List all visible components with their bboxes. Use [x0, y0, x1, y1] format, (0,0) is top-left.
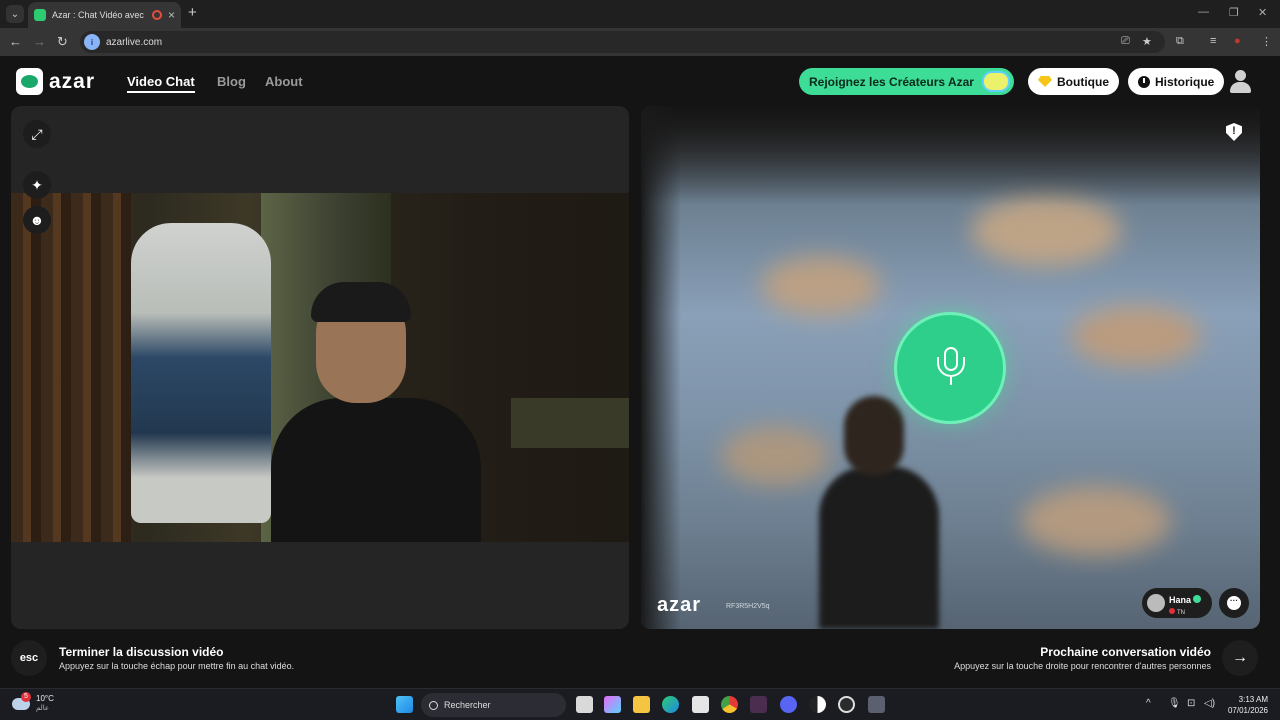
url-text: azarlive.com	[106, 36, 163, 48]
extensions-icon[interactable]: ⧉	[1176, 35, 1184, 48]
browser-tab[interactable]: Azar : Chat Vidéo avec de n ×	[28, 2, 181, 28]
weather-badge: 5	[21, 692, 31, 702]
taskbar-search[interactable]: Rechercher	[421, 693, 566, 717]
self-video-panel: ⤢ ✦ ☻	[11, 106, 629, 629]
history-label: Historique	[1155, 74, 1215, 89]
tray-mic-icon[interactable]: 🎙	[1168, 698, 1181, 709]
join-creators-button[interactable]: Rejoignez les Créateurs Azar	[799, 68, 1014, 95]
azar-favicon-icon	[34, 9, 46, 21]
browser-tab-strip: ⌄ Azar : Chat Vidéo avec de n × + — ❐ ✕	[0, 0, 1280, 28]
shop-button[interactable]: Boutique	[1028, 68, 1119, 95]
weather-location: عالم	[36, 705, 50, 712]
edge-icon[interactable]	[662, 696, 679, 713]
network-icon[interactable]: ⊡	[1187, 698, 1195, 709]
omnibox[interactable]: i azarlive.com	[80, 31, 1165, 53]
azar-page: azar Video Chat Blog About Rejoignez les…	[0, 56, 1280, 688]
end-chat-title: Terminer la discussion vidéo	[59, 645, 224, 659]
partner-name: Hana	[1169, 595, 1192, 605]
microphone-button[interactable]	[894, 312, 1006, 424]
steam-icon[interactable]	[838, 696, 855, 713]
reload-icon[interactable]: ↻	[57, 34, 68, 50]
chat-bubble-icon: ···	[1227, 596, 1241, 610]
arrow-right-icon: →	[1232, 649, 1248, 666]
remote-person	[819, 396, 939, 629]
site-info-icon[interactable]: i	[84, 34, 100, 50]
chrome-menu-icon[interactable]: ⋮	[1261, 35, 1272, 48]
tab-search-icon[interactable]: ⌄	[6, 5, 24, 23]
nav-blog[interactable]: Blog	[217, 74, 246, 89]
clock-icon	[1138, 75, 1150, 88]
task-view-icon[interactable]	[576, 696, 593, 713]
watermark-id: RF3R5H2V5q	[726, 603, 770, 610]
cast-icon[interactable]: ⎚	[1121, 35, 1130, 48]
verified-icon	[1193, 594, 1202, 603]
vegas-icon[interactable]	[750, 696, 767, 713]
minimize-icon[interactable]: —	[1198, 6, 1209, 18]
esc-button[interactable]: esc	[11, 640, 47, 676]
logo-text: azar	[49, 69, 96, 93]
restore-icon[interactable]: ❐	[1229, 6, 1239, 19]
weather-widget[interactable]: 5 10°C عالم	[12, 692, 54, 714]
azar-watermark: azar	[657, 594, 702, 616]
search-icon	[429, 700, 438, 710]
forward-icon[interactable]: →	[33, 34, 46, 49]
expand-icon[interactable]: ⤢	[23, 120, 51, 148]
next-arrow-button[interactable]: →	[1222, 640, 1258, 676]
azar-logo-icon	[16, 68, 43, 95]
address-toolbar: ← → ↻ i azarlive.com ⎚ ★ ⧉ ≡ ● ⋮	[0, 28, 1280, 56]
remote-video-panel: ! azar RF3R5H2V5q Hana TN ···	[641, 106, 1260, 629]
history-button[interactable]: Historique	[1128, 68, 1225, 95]
window-close-icon[interactable]: ✕	[1258, 6, 1267, 19]
creator-badge-icon	[981, 71, 1010, 92]
self-camera-feed	[11, 193, 629, 542]
volume-icon[interactable]: ◁)	[1204, 698, 1215, 709]
azar-logo[interactable]: azar	[16, 68, 95, 95]
system-clock[interactable]: 3:13 AM 07/01/2026	[1226, 694, 1268, 716]
taskbar: 5 10°C عالم Rechercher ^ 🎙 ⊡ ◁) 3:13 AM …	[0, 688, 1280, 720]
partner-profile-chip[interactable]: Hana TN	[1142, 588, 1212, 618]
back-icon[interactable]: ←	[9, 34, 22, 49]
tray-overflow-icon[interactable]: ^	[1146, 698, 1151, 709]
end-chat-subtitle: Appuyez sur la touche échap pour mettre …	[59, 661, 295, 671]
nav-video-chat[interactable]: Video Chat	[127, 74, 195, 93]
nav-about[interactable]: About	[265, 74, 303, 89]
chat-button[interactable]: ···	[1219, 588, 1249, 618]
calculator-icon[interactable]	[868, 696, 885, 713]
account-avatar-icon[interactable]	[1230, 70, 1251, 93]
shop-label: Boutique	[1057, 74, 1109, 89]
close-tab-icon[interactable]: ×	[168, 8, 175, 22]
face-filter-icon[interactable]: ☻	[23, 206, 51, 234]
effects-sparkle-icon[interactable]: ✦	[23, 171, 51, 199]
new-tab-icon[interactable]: +	[188, 4, 197, 21]
copilot-icon[interactable]	[604, 696, 621, 713]
join-creators-label: Rejoignez les Créateurs Azar	[809, 74, 974, 89]
bookmark-star-icon[interactable]: ★	[1142, 35, 1152, 48]
next-chat-title: Prochaine conversation vidéo	[1040, 645, 1211, 659]
search-placeholder: Rechercher	[444, 700, 491, 710]
profile-icon[interactable]: ●	[1234, 35, 1241, 47]
recording-icon	[151, 10, 162, 20]
partner-avatar	[1147, 594, 1165, 612]
next-chat-subtitle: Appuyez sur la touche droite pour rencon…	[954, 661, 1211, 671]
tab-title: Azar : Chat Vidéo avec de n	[52, 10, 146, 20]
chrome-icon[interactable]	[721, 696, 738, 713]
store-icon[interactable]	[692, 696, 709, 713]
gem-icon	[1038, 76, 1052, 87]
country-flag-icon	[1169, 608, 1175, 614]
clock-date: 07/01/2026	[1227, 706, 1268, 715]
start-icon[interactable]	[396, 696, 413, 713]
discord-icon[interactable]	[780, 696, 797, 713]
cloud-icon: 5	[12, 692, 31, 710]
reading-list-icon[interactable]: ≡	[1210, 35, 1216, 47]
partner-country: TN	[1177, 610, 1185, 616]
temperature: 10°C	[36, 694, 54, 703]
obs-icon[interactable]	[809, 696, 826, 713]
file-explorer-icon[interactable]	[633, 696, 650, 713]
clock-time: 3:13 AM	[1238, 695, 1268, 704]
